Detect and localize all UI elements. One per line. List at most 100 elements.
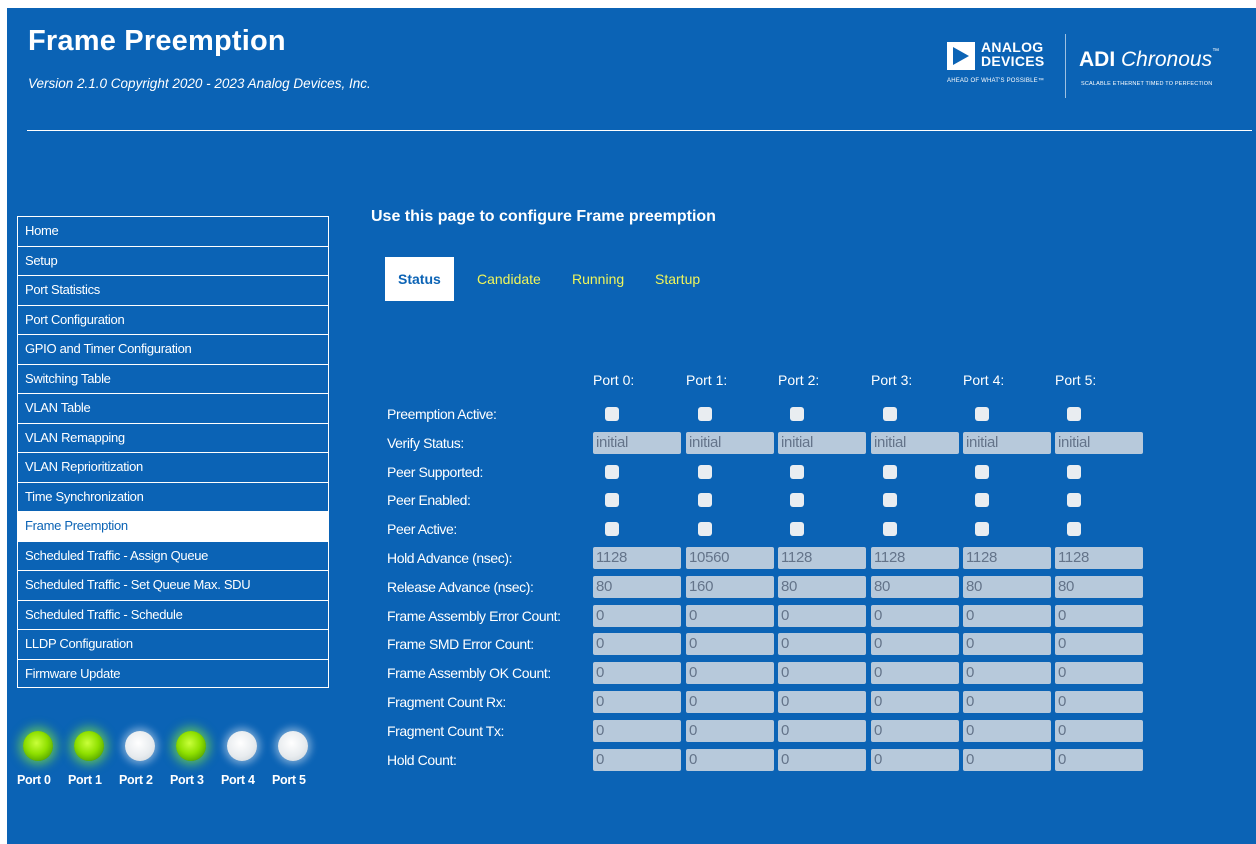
frame-smd-error-count-field[interactable]: 0 bbox=[778, 633, 866, 656]
preemption-active-checkbox[interactable] bbox=[698, 407, 712, 421]
hold-advance-nsec-field[interactable]: 1128 bbox=[778, 547, 866, 569]
frame-assembly-ok-count-field[interactable]: 0 bbox=[1055, 662, 1143, 685]
peer-active-checkbox[interactable] bbox=[790, 522, 804, 537]
release-advance-nsec-field[interactable]: 80 bbox=[963, 575, 1051, 598]
peer-enabled-checkbox[interactable] bbox=[790, 493, 804, 508]
peer-supported-checkbox[interactable] bbox=[605, 464, 619, 479]
verify-status-field[interactable]: initial bbox=[778, 431, 866, 454]
hold-advance-nsec-field[interactable]: 1128 bbox=[963, 547, 1051, 569]
peer-active-checkbox[interactable] bbox=[883, 522, 897, 537]
peer-enabled-checkbox[interactable] bbox=[975, 493, 989, 508]
tab-running[interactable]: Running bbox=[572, 257, 624, 301]
peer-enabled-checkbox[interactable] bbox=[883, 493, 897, 508]
hold-advance-nsec-field[interactable]: 1128 bbox=[871, 547, 959, 569]
hold-count-field[interactable]: 0 bbox=[871, 748, 959, 771]
peer-active-checkbox[interactable] bbox=[698, 522, 712, 537]
hold-count-field[interactable]: 0 bbox=[963, 748, 1051, 771]
release-advance-nsec-field[interactable]: 80 bbox=[871, 575, 959, 598]
fragment-count-rx-field[interactable]: 0 bbox=[778, 691, 866, 713]
hold-count-field[interactable]: 0 bbox=[778, 748, 866, 771]
frame-assembly-ok-count-field[interactable]: 0 bbox=[778, 662, 866, 685]
peer-enabled-checkbox[interactable] bbox=[605, 493, 619, 508]
sidebar-item-scheduled-traffic-schedule[interactable]: Scheduled Traffic - Schedule bbox=[17, 599, 329, 629]
peer-enabled-checkbox[interactable] bbox=[698, 493, 712, 508]
frame-assembly-ok-count-field[interactable]: 0 bbox=[686, 662, 774, 685]
peer-supported-checkbox[interactable] bbox=[975, 464, 989, 479]
hold-advance-nsec-field[interactable]: 10560 bbox=[686, 547, 774, 569]
frame-smd-error-count-field[interactable]: 0 bbox=[1055, 633, 1143, 656]
fragment-count-rx-field[interactable]: 0 bbox=[593, 691, 681, 713]
verify-status-field[interactable]: initial bbox=[963, 431, 1051, 454]
peer-active-checkbox[interactable] bbox=[975, 522, 989, 537]
sidebar-item-scheduled-traffic-assign-queue[interactable]: Scheduled Traffic - Assign Queue bbox=[17, 540, 329, 570]
peer-supported-checkbox[interactable] bbox=[698, 464, 712, 479]
fragment-count-rx-field[interactable]: 0 bbox=[686, 691, 774, 713]
frame-smd-error-count-field[interactable]: 0 bbox=[686, 633, 774, 656]
peer-supported-checkbox[interactable] bbox=[790, 464, 804, 479]
fragment-count-tx-field[interactable]: 0 bbox=[871, 719, 959, 742]
preemption-active-checkbox[interactable] bbox=[605, 407, 619, 421]
fragment-count-rx-field[interactable]: 0 bbox=[963, 691, 1051, 713]
sidebar-item-firmware-update[interactable]: Firmware Update bbox=[17, 658, 329, 688]
sidebar-item-switching-table[interactable]: Switching Table bbox=[17, 363, 329, 393]
sidebar-item-lldp-configuration[interactable]: LLDP Configuration bbox=[17, 629, 329, 659]
verify-status-field[interactable]: initial bbox=[593, 431, 681, 454]
fragment-count-tx-field[interactable]: 0 bbox=[963, 719, 1051, 742]
sidebar-item-time-synchronization[interactable]: Time Synchronization bbox=[17, 481, 329, 511]
verify-status-field[interactable]: initial bbox=[686, 431, 774, 454]
verify-status-field[interactable]: initial bbox=[871, 431, 959, 454]
release-advance-nsec-field[interactable]: 80 bbox=[1055, 575, 1143, 598]
frame-assembly-ok-count-field[interactable]: 0 bbox=[593, 662, 681, 685]
frame-assembly-ok-count-field[interactable]: 0 bbox=[871, 662, 959, 685]
frame-smd-error-count-field[interactable]: 0 bbox=[963, 633, 1051, 656]
preemption-active-checkbox[interactable] bbox=[883, 407, 897, 421]
adi-chronous-tagline: SCALABLE ETHERNET TIMED TO PERFECTION bbox=[1081, 81, 1213, 87]
preemption-active-checkbox[interactable] bbox=[975, 407, 989, 421]
hold-count-field[interactable]: 0 bbox=[1055, 748, 1143, 771]
fragment-count-rx-field[interactable]: 0 bbox=[871, 691, 959, 713]
sidebar-item-vlan-table[interactable]: VLAN Table bbox=[17, 393, 329, 423]
fragment-count-rx-field[interactable]: 0 bbox=[1055, 691, 1143, 713]
preemption-active-checkbox[interactable] bbox=[790, 407, 804, 421]
frame-smd-error-count-field[interactable]: 0 bbox=[871, 633, 959, 656]
release-advance-nsec-field[interactable]: 80 bbox=[778, 575, 866, 598]
frame-assembly-error-count-field[interactable]: 0 bbox=[686, 604, 774, 627]
hold-count-field[interactable]: 0 bbox=[593, 748, 681, 771]
sidebar-item-port-statistics[interactable]: Port Statistics bbox=[17, 275, 329, 305]
release-advance-nsec-field[interactable]: 160 bbox=[686, 575, 774, 598]
frame-assembly-error-count-field[interactable]: 0 bbox=[963, 604, 1051, 627]
sidebar-item-frame-preemption[interactable]: Frame Preemption bbox=[17, 511, 329, 541]
frame-assembly-error-count-field[interactable]: 0 bbox=[593, 604, 681, 627]
fragment-count-tx-field[interactable]: 0 bbox=[686, 719, 774, 742]
release-advance-nsec-field[interactable]: 80 bbox=[593, 575, 681, 598]
frame-assembly-ok-count-field[interactable]: 0 bbox=[963, 662, 1051, 685]
tab-status[interactable]: Status bbox=[385, 257, 454, 301]
fragment-count-tx-field[interactable]: 0 bbox=[778, 719, 866, 742]
sidebar-item-vlan-reprioritization[interactable]: VLAN Reprioritization bbox=[17, 452, 329, 482]
tab-startup[interactable]: Startup bbox=[655, 257, 700, 301]
preemption-active-checkbox[interactable] bbox=[1067, 407, 1081, 421]
peer-supported-checkbox[interactable] bbox=[883, 464, 897, 479]
sidebar-item-port-configuration[interactable]: Port Configuration bbox=[17, 304, 329, 334]
peer-enabled-checkbox[interactable] bbox=[1067, 493, 1081, 508]
row-label-frame-assembly-ok-count: Frame Assembly OK Count: bbox=[387, 665, 551, 682]
sidebar-item-gpio-and-timer-configuration[interactable]: GPIO and Timer Configuration bbox=[17, 334, 329, 364]
frame-assembly-error-count-field[interactable]: 0 bbox=[871, 604, 959, 627]
hold-advance-nsec-field[interactable]: 1128 bbox=[1055, 547, 1143, 569]
frame-smd-error-count-field[interactable]: 0 bbox=[593, 633, 681, 656]
verify-status-field[interactable]: initial bbox=[1055, 431, 1143, 454]
sidebar-item-scheduled-traffic-set-queue-max-sdu[interactable]: Scheduled Traffic - Set Queue Max. SDU bbox=[17, 570, 329, 600]
peer-active-checkbox[interactable] bbox=[1067, 522, 1081, 537]
frame-assembly-error-count-field[interactable]: 0 bbox=[1055, 604, 1143, 627]
peer-active-checkbox[interactable] bbox=[605, 522, 619, 537]
sidebar-item-setup[interactable]: Setup bbox=[17, 245, 329, 275]
sidebar-item-vlan-remapping[interactable]: VLAN Remapping bbox=[17, 422, 329, 452]
sidebar-item-home[interactable]: Home bbox=[17, 216, 329, 246]
fragment-count-tx-field[interactable]: 0 bbox=[593, 719, 681, 742]
hold-count-field[interactable]: 0 bbox=[686, 748, 774, 771]
peer-supported-checkbox[interactable] bbox=[1067, 464, 1081, 479]
frame-assembly-error-count-field[interactable]: 0 bbox=[778, 604, 866, 627]
fragment-count-tx-field[interactable]: 0 bbox=[1055, 719, 1143, 742]
tab-candidate[interactable]: Candidate bbox=[477, 257, 541, 301]
hold-advance-nsec-field[interactable]: 1128 bbox=[593, 547, 681, 569]
